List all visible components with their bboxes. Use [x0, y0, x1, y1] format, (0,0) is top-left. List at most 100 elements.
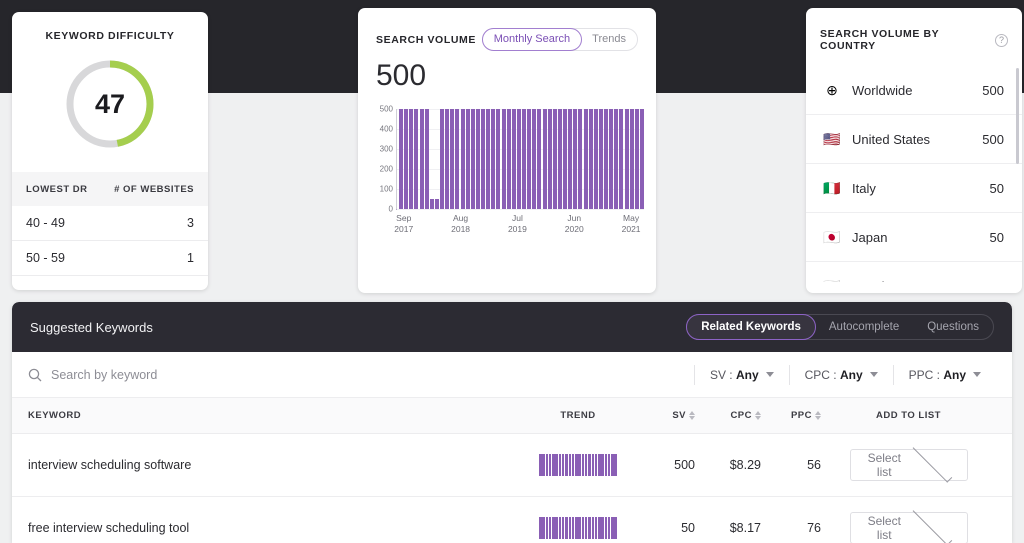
- chart-bar: [414, 109, 418, 209]
- col-header-trend: TREND: [523, 410, 633, 421]
- chart-bar: [409, 109, 413, 209]
- search-volume-card: SEARCH VOLUME Monthly Search Trends 500 …: [358, 8, 656, 293]
- country-list-scrollbar[interactable]: [1016, 68, 1019, 164]
- chevron-down-icon: [766, 372, 774, 377]
- chart-bar: [450, 109, 454, 209]
- dr-count: 1: [187, 251, 194, 265]
- chevron-down-icon: [973, 372, 981, 377]
- chart-bar: [455, 109, 459, 209]
- keyword-difficulty-title: KEYWORD DIFFICULTY: [12, 30, 208, 42]
- flag-ru: 🇷🇺: [822, 278, 842, 283]
- col-header-cpc-label: CPC: [730, 410, 752, 421]
- y-tick-label: 300: [380, 145, 393, 154]
- select-list-label: Select list: [861, 514, 909, 542]
- filter-cpc-key: CPC :: [805, 368, 840, 382]
- chart-bar: [563, 109, 567, 209]
- list-item[interactable]: 🇺🇸 United States500: [806, 115, 1022, 164]
- trend-sparkline: [539, 454, 617, 476]
- table-row: 50 - 59 1: [12, 241, 208, 276]
- chart-bar: [589, 109, 593, 209]
- list-item[interactable]: 🇷🇺Russia50: [806, 262, 1022, 282]
- chart-bar: [522, 109, 526, 209]
- chart-plot-area: 0100200300400500: [396, 109, 644, 209]
- filter-sv-label: SV : Any: [710, 368, 759, 382]
- y-tick-label: 0: [389, 205, 393, 214]
- chart-bar: [466, 109, 470, 209]
- tab-related-keywords[interactable]: Related Keywords: [686, 314, 816, 340]
- keyword-cell[interactable]: free interview scheduling tool: [28, 521, 523, 535]
- chart-bars: [399, 109, 644, 209]
- x-tick-label: Sep2017: [394, 210, 413, 235]
- country-volume: 500: [982, 83, 1004, 98]
- tab-questions[interactable]: Questions: [913, 314, 993, 340]
- y-tick-label: 500: [380, 105, 393, 114]
- keyword-cell[interactable]: interview scheduling software: [28, 458, 523, 472]
- table-row: 40 - 49 3: [12, 206, 208, 241]
- country-volume: 500: [982, 132, 1004, 147]
- flag-us: 🇺🇸: [822, 131, 842, 148]
- chevron-down-icon: [913, 506, 952, 543]
- list-item[interactable]: 🇯🇵Japan50: [806, 213, 1022, 262]
- chart-bar: [399, 109, 403, 209]
- list-item[interactable]: 🇮🇹Italy50: [806, 164, 1022, 213]
- trend-cell: [523, 454, 633, 476]
- dr-range: 50 - 59: [26, 251, 187, 265]
- col-header-ppc[interactable]: PPC: [761, 410, 821, 421]
- add-to-list-cell: Select list: [821, 449, 996, 481]
- tab-trends[interactable]: Trends: [581, 28, 637, 51]
- chart-bar: [543, 109, 547, 209]
- globe-icon: ⊕: [822, 82, 842, 99]
- filter-cpc[interactable]: CPC : Any: [789, 365, 893, 385]
- country-list[interactable]: ⊕Worldwide500🇺🇸United States500🇮🇹Italy50…: [806, 66, 1022, 282]
- trend-cell: [523, 517, 633, 539]
- country-card-header: SEARCH VOLUME BY COUNTRY ?: [806, 8, 1022, 52]
- filter-ppc[interactable]: PPC : Any: [893, 365, 996, 385]
- chart-bar: [594, 109, 598, 209]
- chart-bar: [420, 109, 424, 209]
- country-card-title: SEARCH VOLUME BY COUNTRY: [820, 28, 995, 52]
- col-lowest-dr: LOWEST DR: [26, 184, 114, 195]
- filter-cpc-label: CPC : Any: [805, 368, 863, 382]
- list-item[interactable]: ⊕ Worldwide500: [806, 66, 1022, 115]
- tab-monthly-search[interactable]: Monthly Search: [482, 28, 582, 51]
- search-input[interactable]: Search by keyword: [28, 368, 694, 382]
- filter-sv[interactable]: SV : Any: [694, 365, 789, 385]
- col-header-cpc[interactable]: CPC: [695, 410, 761, 421]
- chart-bar: [507, 109, 511, 209]
- help-icon[interactable]: ?: [995, 34, 1008, 47]
- trend-sparkline: [539, 517, 617, 539]
- country-volume: 50: [990, 230, 1004, 245]
- suggested-keywords-tabs[interactable]: Related Keywords Autocomplete Questions: [686, 314, 994, 340]
- search-volume-toggle[interactable]: Monthly Search Trends: [482, 28, 638, 51]
- col-header-sv[interactable]: SV: [633, 410, 695, 421]
- select-list-label: Select list: [861, 451, 909, 479]
- chart-bar: [609, 109, 613, 209]
- x-tick-label: Jun2020: [565, 210, 584, 235]
- keyword-filters-bar: Search by keyword SV : Any CPC : Any PPC…: [12, 352, 1012, 398]
- country-name: United States: [852, 132, 982, 147]
- country-name: Worldwide: [852, 83, 982, 98]
- suggested-keywords-panel: Suggested Keywords Related Keywords Auto…: [12, 302, 1012, 543]
- filter-ppc-key: PPC :: [909, 368, 944, 382]
- chart-bar: [461, 109, 465, 209]
- filter-cpc-value: Any: [840, 368, 863, 382]
- search-volume-title: SEARCH VOLUME: [376, 34, 482, 46]
- search-volume-chart: 0100200300400500 Sep2017Aug2018Jul2019Ju…: [370, 109, 644, 234]
- cpc-cell: $8.17: [695, 521, 761, 535]
- select-list-dropdown[interactable]: Select list: [850, 512, 968, 543]
- country-volume: 50: [990, 181, 1004, 196]
- suggested-keywords-header: Suggested Keywords Related Keywords Auto…: [12, 302, 1012, 352]
- y-tick-label: 200: [380, 165, 393, 174]
- country-name: Italy: [852, 181, 990, 196]
- select-list-dropdown[interactable]: Select list: [850, 449, 968, 481]
- chart-bar: [578, 109, 582, 209]
- x-tick-label: May2021: [622, 210, 641, 235]
- chevron-down-icon: [870, 372, 878, 377]
- tab-autocomplete[interactable]: Autocomplete: [815, 314, 913, 340]
- chart-bar: [491, 109, 495, 209]
- col-header-keyword: KEYWORD: [28, 410, 523, 421]
- filter-ppc-label: PPC : Any: [909, 368, 966, 382]
- chart-bar: [640, 109, 644, 209]
- filter-sv-key: SV :: [710, 368, 736, 382]
- chart-bar: [537, 109, 541, 209]
